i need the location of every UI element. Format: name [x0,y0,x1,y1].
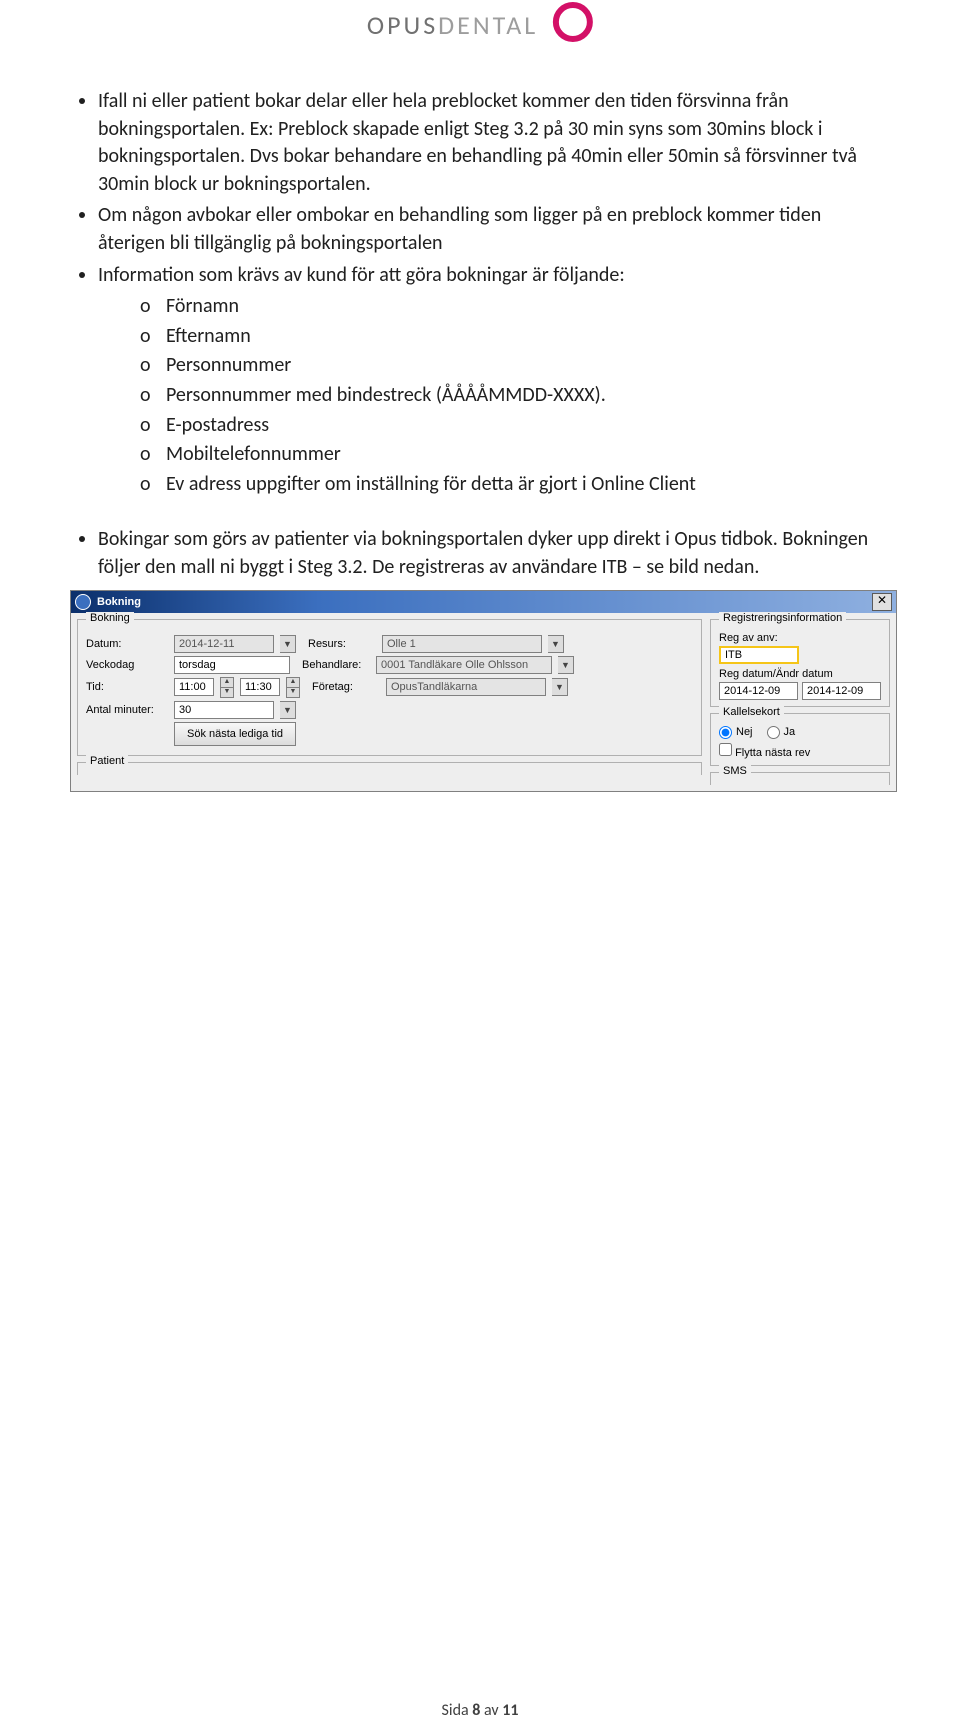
legend-bokning: Bokning [86,612,134,624]
logo-circle-icon [553,2,593,42]
content-body: Ifall ni eller patient bokar delar eller… [0,70,960,582]
legend-kallelsekort: Kallelsekort [719,706,784,718]
radio-nej[interactable]: Nej [719,726,753,739]
field-reg-datum-2: 2014-12-09 [802,682,881,700]
field-veckodag[interactable]: torsdag [174,656,290,674]
label-resurs: Resurs: [308,638,376,650]
field-resurs[interactable]: Olle 1 [382,635,542,653]
bullet-3-text: Information som krävs av kund för att gö… [98,263,625,287]
field-tid-from[interactable]: 11:00 [174,678,214,696]
resurs-dropdown-icon[interactable]: ▼ [548,635,564,653]
label-veckodag: Veckodag [86,659,168,671]
radio-ja[interactable]: Ja [767,726,796,739]
checkbox-flytta-nasta-rev[interactable]: Flytta nästa rev [719,747,810,759]
close-button[interactable]: ✕ [872,593,892,611]
sok-nasta-lediga-tid-button[interactable]: Sök nästa lediga tid [174,722,296,746]
sub-5: E-postadress [140,412,890,440]
group-bokning: Bokning Datum: 2014-12-11 ▼ Resurs: Olle… [77,619,702,756]
bullet-3: Information som krävs av kund för att gö… [98,262,890,499]
field-datum[interactable]: 2014-12-11 [174,635,274,653]
main-bullet-list: Ifall ni eller patient bokar delar eller… [70,88,890,498]
legend-patient: Patient [86,755,128,767]
bullet-1: Ifall ni eller patient bokar delar eller… [98,88,890,198]
logo-text-dental: DENTAL [438,9,538,41]
group-sms: SMS [710,772,890,785]
group-reginfo: Registreringsinformation Reg av anv: ITB… [710,619,890,707]
label-antal-min: Antal minuter: [86,704,168,716]
legend-reginfo: Registreringsinformation [719,612,846,624]
header: OPUSDENTAL [0,0,960,70]
bullet-4: Bokingar som görs av patienter via bokni… [98,526,890,581]
bokning-window: Bokning ✕ Bokning Datum: 2014-12-11 ▼ Re… [70,590,897,792]
footer-prefix: Sida [442,1701,473,1720]
label-tid: Tid: [86,681,168,693]
page-footer: Sida 8 av 11 [0,1701,960,1720]
sub-2: Efternamn [140,323,890,351]
sub-7: Ev adress uppgifter om inställning för d… [140,471,890,499]
main-bullet-list-2: Bokingar som görs av patienter via bokni… [70,526,890,581]
logo: OPUSDENTAL [367,2,593,42]
sub-list: Förnamn Efternamn Personnummer Personnum… [140,293,890,498]
sub-4: Personnummer med bindestreck (ÅÅÅÅMMDD-X… [140,382,890,410]
field-foretag[interactable]: OpusTandläkarna [386,678,546,696]
titlebar: Bokning ✕ [71,591,896,613]
tid-to-spinner[interactable]: ▲▼ [286,677,300,698]
field-reg-av-anv: ITB [719,646,799,664]
field-antal-min[interactable]: 30 [174,701,274,719]
bullet-2: Om någon avbokar eller ombokar en behand… [98,202,890,257]
checkbox-flytta-input[interactable] [719,743,732,756]
antal-dropdown-icon[interactable]: ▼ [280,701,296,719]
label-datum: Datum: [86,638,168,650]
label-reg-av-anv: Reg av anv: [719,632,881,644]
tid-from-spinner[interactable]: ▲▼ [220,677,234,698]
logo-text-opus: OPUS [367,9,438,41]
footer-page-total: 11 [502,1701,518,1720]
foretag-dropdown-icon[interactable]: ▼ [552,678,568,696]
label-behandlare: Behandlare: [302,659,370,671]
sub-1: Förnamn [140,293,890,321]
field-reg-datum-1: 2014-12-09 [719,682,798,700]
label-foretag: Företag: [312,681,380,693]
sub-6: Mobiltelefonnummer [140,441,890,469]
radio-ja-input[interactable] [767,726,780,739]
radio-nej-input[interactable] [719,726,732,739]
app-icon [75,594,91,610]
group-kallelsekort: Kallelsekort Nej Ja Flytta nästa rev [710,713,890,766]
field-tid-to[interactable]: 11:30 [240,678,280,696]
behandlare-dropdown-icon[interactable]: ▼ [558,656,574,674]
sub-3: Personnummer [140,352,890,380]
label-reg-datum: Reg datum/Ändr datum [719,668,881,680]
legend-sms: SMS [719,765,751,777]
datum-dropdown-icon[interactable]: ▼ [280,635,296,653]
field-behandlare[interactable]: 0001 Tandläkare Olle Ohlsson [376,656,552,674]
group-patient: Patient [77,762,702,775]
footer-mid: av [480,1701,502,1720]
window-title: Bokning [97,596,872,608]
